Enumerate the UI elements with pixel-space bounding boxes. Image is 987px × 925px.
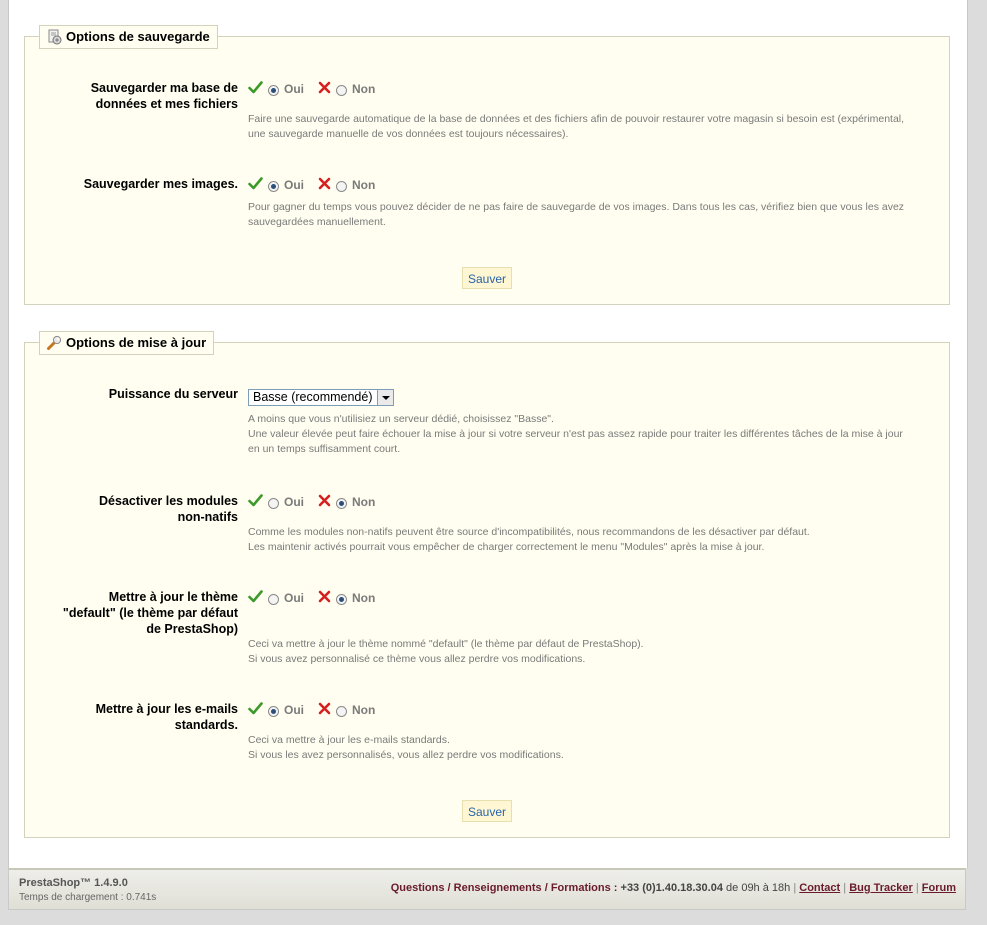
footer-links: Questions / Renseignements / Formations … (390, 882, 956, 894)
backup-db-files-yes-option[interactable]: Oui (263, 82, 304, 96)
update-theme-no-option[interactable]: Non (331, 591, 375, 605)
update-theme-label: Mettre à jour le thème "default" (le thè… (62, 590, 238, 636)
server-power-select[interactable]: Basse (recommendé) (248, 389, 394, 406)
server-power-description: A moins que vous n'utilisiez un serveur … (248, 413, 903, 455)
update-options-fieldset: Options de mise à jour Puissance du serv… (24, 331, 950, 838)
server-power-label: Puissance du serveur (108, 387, 238, 401)
backup-db-files-no-radio[interactable] (336, 84, 347, 96)
footer-bug-tracker-link[interactable]: Bug Tracker (849, 882, 913, 894)
backup-images-label: Sauvegarder mes images. (83, 177, 238, 191)
backup-save-button[interactable]: Sauver (462, 267, 512, 289)
backup-db-files-label: Sauvegarder ma base de données et mes fi… (90, 81, 238, 111)
update-emails-description: Ceci va mettre à jour les e-mails standa… (248, 734, 564, 761)
footer-phone: +33 (0)1.40.18.30.04 (620, 882, 723, 894)
footer-forum-link[interactable]: Forum (922, 882, 956, 894)
cross-icon (318, 81, 331, 97)
disable-modules-yes-radio[interactable] (268, 497, 279, 509)
chevron-down-icon[interactable] (377, 390, 393, 405)
footer: PrestaShop™ 1.4.9.0 Temps de chargement … (8, 868, 966, 910)
disable-modules-description: Comme les modules non-natifs peuvent êtr… (248, 526, 810, 553)
disable-modules-no-radio[interactable] (336, 497, 347, 509)
page-content: Options de sauvegarde Sauvegarder ma bas… (8, 0, 968, 868)
update-theme-yes-radio[interactable] (268, 593, 279, 605)
check-icon (248, 702, 263, 718)
update-theme-no-radio[interactable] (336, 593, 347, 605)
disable-modules-yes-option[interactable]: Oui (263, 495, 304, 509)
check-icon (248, 81, 263, 97)
footer-load-time: Temps de chargement : 0.741s (19, 892, 157, 903)
update-emails-no-radio[interactable] (336, 705, 347, 717)
backup-db-files-no-option[interactable]: Non (331, 82, 375, 96)
backup-images-yes-radio[interactable] (268, 180, 279, 192)
database-backup-icon (46, 29, 62, 45)
backup-images-no-option[interactable]: Non (331, 178, 375, 192)
update-emails-yes-radio[interactable] (268, 705, 279, 717)
cross-icon (318, 494, 331, 510)
cross-icon (318, 702, 331, 718)
update-emails-label: Mettre à jour les e-mails standards. (95, 702, 238, 732)
disable-modules-toggle: Oui Non (248, 493, 375, 511)
backup-options-fieldset: Options de sauvegarde Sauvegarder ma bas… (24, 25, 950, 305)
backup-images-yes-option[interactable]: Oui (263, 178, 304, 192)
disable-modules-label: Désactiver les modules non-natifs (99, 494, 238, 524)
backup-db-files-yes-radio[interactable] (268, 84, 279, 96)
backup-options-title: Options de sauvegarde (66, 29, 210, 44)
check-icon (248, 177, 263, 193)
cross-icon (318, 590, 331, 606)
update-emails-toggle: Oui Non (248, 701, 375, 719)
footer-hours: de 09h à 18h (726, 882, 791, 894)
update-options-legend: Options de mise à jour (39, 331, 215, 355)
backup-db-files-toggle: Oui Non (248, 80, 375, 98)
update-theme-yes-option[interactable]: Oui (263, 591, 304, 605)
footer-contact-link[interactable]: Contact (799, 882, 840, 894)
disable-modules-no-option[interactable]: Non (331, 495, 375, 509)
backup-images-toggle: Oui Non (248, 176, 375, 194)
update-options-title: Options de mise à jour (66, 335, 207, 350)
footer-version: PrestaShop™ 1.4.9.0 (19, 877, 128, 889)
footer-info: PrestaShop™ 1.4.9.0 Temps de chargement … (19, 877, 156, 903)
update-save-button[interactable]: Sauver (462, 800, 512, 822)
check-icon (248, 590, 263, 606)
update-emails-no-option[interactable]: Non (331, 703, 375, 717)
footer-contact-label: Questions / Renseignements / Formations … (390, 882, 618, 894)
wrench-icon (46, 335, 62, 351)
update-theme-description: Ceci va mettre à jour le thème nommé "de… (248, 638, 644, 665)
update-emails-yes-option[interactable]: Oui (263, 703, 304, 717)
check-icon (248, 494, 263, 510)
update-theme-toggle: Oui Non (248, 589, 375, 607)
backup-images-no-radio[interactable] (336, 180, 347, 192)
backup-images-description: Pour gagner du temps vous pouvez décider… (248, 201, 905, 228)
backup-db-files-description: Faire une sauvegarde automatique de la b… (248, 113, 905, 140)
backup-options-legend: Options de sauvegarde (39, 25, 218, 49)
cross-icon (318, 177, 331, 193)
server-power-selected-value: Basse (recommendé) (253, 390, 373, 404)
